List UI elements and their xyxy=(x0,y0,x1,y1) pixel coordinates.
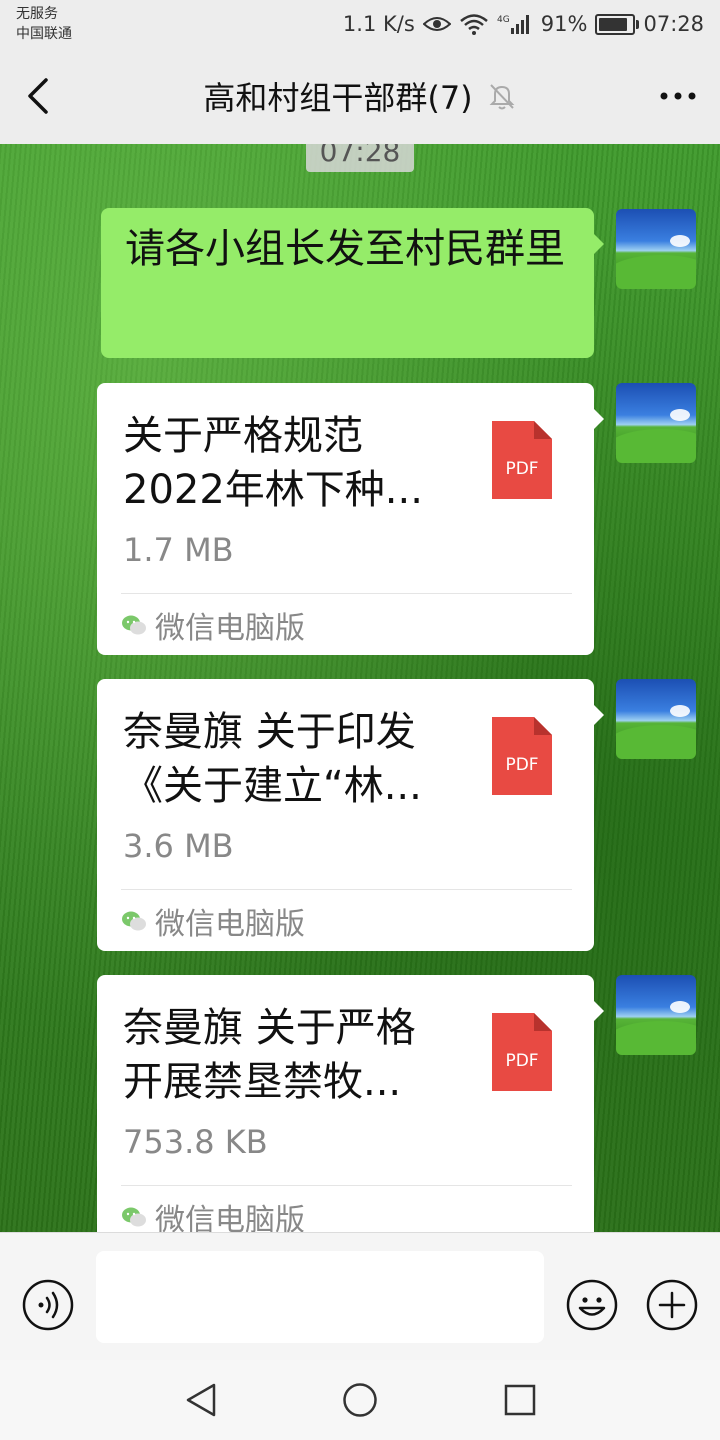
more-dots-icon[interactable] xyxy=(656,78,700,114)
status-bar: 无服务 中国联通 1.1 K/s 4G 91% 07:28 xyxy=(0,0,720,48)
eye-icon xyxy=(422,17,451,31)
chat-title[interactable]: 高和村组干部群(7) xyxy=(203,73,472,119)
wechat-icon xyxy=(122,911,146,931)
file-name: 奈曼旗 关于严格开展禁垦禁牧... xyxy=(123,1005,416,1105)
nav-home-icon[interactable] xyxy=(342,1382,378,1418)
source-label: 微信电脑版 xyxy=(155,1203,305,1232)
chat-area[interactable]: 07:28 请各小组长发至村民群里 关于严格规范2022年林下种... 1.7 … xyxy=(0,144,720,1232)
input-bar xyxy=(0,1232,720,1361)
text-message-bubble[interactable]: 请各小组长发至村民群里 xyxy=(101,208,604,358)
source-label: 微信电脑版 xyxy=(155,907,305,942)
wechat-icon xyxy=(122,1207,146,1227)
divider xyxy=(121,1185,572,1186)
system-nav-bar xyxy=(0,1360,720,1440)
file-message-card[interactable]: 奈曼旗 关于印发《关于建立“林... 3.6 MB PDF 微信电脑版 xyxy=(97,679,604,951)
source-label: 微信电脑版 xyxy=(155,611,305,646)
voice-icon[interactable] xyxy=(22,1279,74,1331)
pdf-file-icon: PDF xyxy=(492,1013,552,1091)
divider xyxy=(121,889,572,890)
pdf-file-icon: PDF xyxy=(492,421,552,499)
text-message: 请各小组长发至村民群里 xyxy=(125,226,565,272)
file-size: 753.8 KB xyxy=(123,1123,268,1161)
wechat-icon xyxy=(122,615,146,635)
file-message-card[interactable]: 奈曼旗 关于严格开展禁垦禁牧... 753.8 KB PDF 微信电脑版 xyxy=(97,975,604,1232)
signal-4g-icon: 4G xyxy=(497,15,529,34)
carrier-status: 无服务 xyxy=(16,6,58,22)
avatar[interactable] xyxy=(616,209,696,289)
file-source: 微信电脑版 xyxy=(121,1197,305,1232)
svg-text:PDF: PDF xyxy=(505,459,538,479)
carrier-info: 无服务 中国联通 xyxy=(16,4,72,44)
pdf-file-icon: PDF xyxy=(492,717,552,795)
message-input[interactable] xyxy=(96,1251,544,1343)
svg-text:4G: 4G xyxy=(497,15,510,25)
file-source: 微信电脑版 xyxy=(121,605,305,646)
clock: 07:28 xyxy=(643,12,704,36)
avatar[interactable] xyxy=(616,383,696,463)
divider xyxy=(121,593,572,594)
title-wrap: 高和村组干部群(7) xyxy=(0,48,720,144)
status-indicators: 1.1 K/s 4G 91% 07:28 xyxy=(343,8,704,40)
battery-level: 91% xyxy=(540,12,588,36)
wifi-icon xyxy=(459,14,488,35)
nav-recent-icon[interactable] xyxy=(504,1384,536,1416)
file-name: 奈曼旗 关于印发《关于建立“林... xyxy=(123,709,422,809)
message-timestamp: 07:28 xyxy=(306,144,414,172)
svg-text:PDF: PDF xyxy=(505,755,538,775)
emoji-icon[interactable] xyxy=(566,1279,618,1331)
file-size: 1.7 MB xyxy=(123,531,234,569)
file-size: 3.6 MB xyxy=(123,827,234,865)
plus-icon[interactable] xyxy=(646,1279,698,1331)
chat-header: 高和村组干部群(7) xyxy=(0,48,720,144)
net-speed: 1.1 K/s xyxy=(342,12,415,36)
file-name: 关于严格规范2022年林下种... xyxy=(123,413,423,513)
avatar[interactable] xyxy=(616,975,696,1055)
svg-text:PDF: PDF xyxy=(505,1051,538,1071)
nav-back-icon[interactable] xyxy=(184,1382,218,1418)
file-source: 微信电脑版 xyxy=(121,901,305,942)
carrier-name: 中国联通 xyxy=(16,26,72,42)
file-message-card[interactable]: 关于严格规范2022年林下种... 1.7 MB PDF 微信电脑版 xyxy=(97,383,604,655)
avatar[interactable] xyxy=(616,679,696,759)
battery-icon xyxy=(595,13,640,35)
bell-muted-icon xyxy=(489,84,515,110)
